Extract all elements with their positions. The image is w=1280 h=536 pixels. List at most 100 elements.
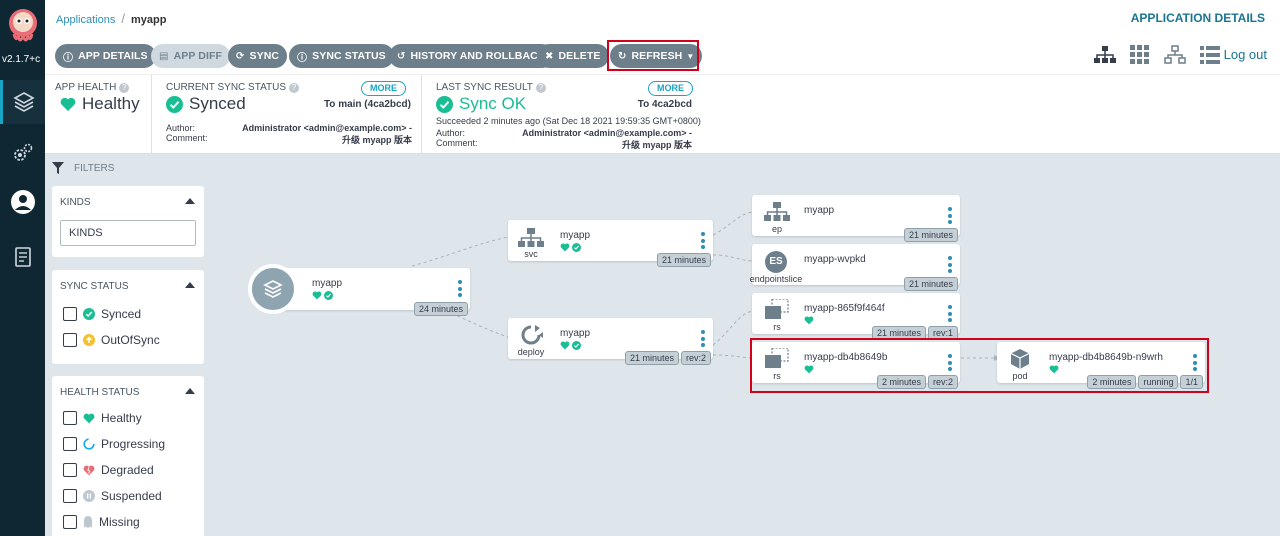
checkbox[interactable] [63,333,77,347]
info-icon: ⓘ [63,52,74,64]
help-icon[interactable]: ? [289,83,300,93]
heart-icon [312,291,322,300]
sync-more-button[interactable]: MORE [361,81,406,96]
checkbox[interactable] [63,489,77,503]
author-label: Author: [166,123,196,133]
app-health-label: APP HEALTH? [55,82,130,93]
graph-node-rs-old[interactable]: rs myapp-865f9f464f 21 minutes rev:1 [752,293,960,340]
node-name: myapp [560,230,591,241]
checkbox[interactable] [63,437,77,451]
logout-link[interactable]: Log out [1224,47,1267,62]
info-icon: ⓘ [297,52,308,64]
check-circle-icon [572,341,581,350]
layers-icon [263,280,283,298]
node-menu-icon[interactable] [701,232,705,252]
list-view-icon[interactable] [1200,45,1220,65]
tree-view-icon[interactable] [1094,45,1116,65]
application-node-icon [248,264,298,314]
filter-synced-checkbox[interactable]: Synced [63,307,141,321]
node-menu-icon[interactable] [948,256,952,276]
last-sync-more-button[interactable]: MORE [648,81,693,96]
nav-settings[interactable] [0,131,45,175]
heart-icon [804,316,814,325]
filters-header[interactable]: FILTERS [52,162,114,174]
gears-icon [13,143,32,161]
checkbox[interactable] [63,515,77,529]
collapse-caret-icon[interactable] [185,388,195,394]
last-sync-target: To 4ca2bcd [637,99,692,110]
last-sync-heading: LAST SYNC RESULT? [436,82,546,93]
node-kind: ep [771,224,782,234]
pods-view-icon[interactable] [1130,45,1150,65]
delete-button[interactable]: ✖ DELETE [537,44,609,68]
app-details-button[interactable]: ⓘ APP DETAILS [55,44,156,68]
sync-status-button[interactable]: ⓘ SYNC STATUS [289,44,394,68]
collapse-caret-icon[interactable] [185,282,195,288]
filter-missing-checkbox[interactable]: Missing [63,515,140,529]
health-filter-title: HEALTH STATUS [60,387,140,398]
node-kind: endpointslice [749,274,803,284]
help-icon[interactable]: ? [119,83,130,93]
sync-target: To main (4ca2bcd) [323,99,411,110]
arrow-up-circle-icon [83,334,95,346]
breadcrumb: Applications / myapp [56,11,166,26]
nav-user-info[interactable] [0,180,45,224]
filter-outofsync-checkbox[interactable]: OutOfSync [63,333,160,347]
filter-icon [52,162,64,174]
collapse-caret-icon[interactable] [185,198,195,204]
nav-docs[interactable] [0,235,45,279]
file-icon: ▤ [159,50,169,62]
nav-applications[interactable] [0,80,45,124]
refresh-highlight [607,40,699,71]
history-rollback-button[interactable]: ↺ HISTORY AND ROLLBACK [389,44,554,68]
node-age-tag: 21 minutes [903,228,958,242]
filter-suspended-checkbox[interactable]: Suspended [63,489,162,503]
version-label: v2.1.7+c [2,54,41,65]
history-icon: ↺ [397,50,406,62]
status-panel: APP HEALTH? Healthy CURRENT SYNC STATUS?… [45,74,1280,155]
breadcrumb-applications-link[interactable]: Applications [56,14,115,26]
user-circle-icon [10,190,35,214]
checkbox[interactable] [63,307,77,321]
network-view-icon[interactable] [1164,45,1186,65]
node-menu-icon[interactable] [458,280,462,300]
app-diff-button[interactable]: ▤ APP DIFF [151,44,231,68]
graph-node-ep[interactable]: ep myapp 21 minutes [752,195,960,242]
deployment-icon [521,325,543,345]
delete-icon: ✖ [545,50,554,62]
last-author-label: Author: [436,128,466,138]
service-icon [518,228,544,247]
last-sync-text: Sync OK [459,94,527,113]
checkbox[interactable] [63,463,77,477]
heart-icon [560,243,570,252]
graph-node-deploy[interactable]: deploy myapp 21 minutes rev:2 [508,318,713,365]
node-menu-icon[interactable] [948,207,952,227]
node-status-icons [560,341,581,350]
last-comment-label: Comment: [436,138,478,148]
checkbox[interactable] [63,411,77,425]
sync-status-text: Synced [189,94,246,113]
help-icon[interactable]: ? [535,83,546,93]
broken-heart-icon [83,465,95,475]
graph-node-svc[interactable]: svc myapp 21 minutes [508,220,713,267]
toolbar: ⓘ APP DETAILS ▤ APP DIFF ⟳ SYNC ⓘ SYNC STATU… [45,36,1280,74]
node-age-tag: 24 minutes [413,302,468,316]
app-details-label: APP DETAILS [78,50,148,62]
left-nav: v2.1.7+c [0,0,45,536]
node-menu-icon[interactable] [701,330,705,350]
filter-progressing-checkbox[interactable]: Progressing [63,437,165,451]
last-sync-succeeded: Succeeded 2 minutes ago (Sat Dec 18 2021… [436,116,701,126]
filter-degraded-checkbox[interactable]: Degraded [63,463,154,477]
node-menu-icon[interactable] [948,305,952,325]
graph-node-endpointslice[interactable]: ES endpointslice myapp-wvpkd 21 minutes [750,244,960,291]
node-tags: 21 minutes [656,253,711,267]
graph-node-application[interactable]: myapp 24 minutes [248,264,470,316]
delete-label: DELETE [558,50,601,62]
app-health-text: Healthy [82,94,140,113]
filter-healthy-checkbox[interactable]: Healthy [63,411,142,425]
new-replicaset-highlight [750,338,1209,393]
kinds-input[interactable]: KINDS [60,220,196,246]
sync-button[interactable]: ⟳ SYNC [228,44,288,68]
check-circle-icon [572,243,581,252]
argo-logo-icon[interactable] [6,6,40,46]
